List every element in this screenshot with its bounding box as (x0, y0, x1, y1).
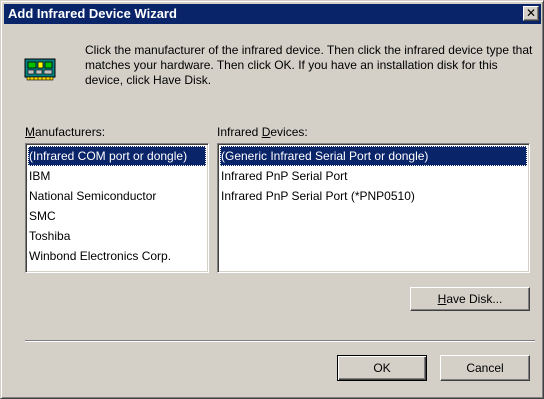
cancel-button[interactable]: Cancel (440, 355, 530, 381)
manufacturer-item[interactable]: Toshiba (28, 226, 206, 246)
device-item[interactable]: Infrared PnP Serial Port (*PNP0510) (220, 186, 527, 206)
manufacturers-listbox[interactable]: (Infrared COM port or dongle) IBM Nation… (25, 143, 209, 273)
devices-label-pre: Infrared (217, 125, 262, 139)
device-item[interactable]: (Generic Infrared Serial Port or dongle) (220, 146, 527, 166)
window-title: Add Infrared Device Wizard (8, 6, 177, 21)
manufacturers-label: Manufacturers: (25, 125, 105, 139)
manufacturer-item[interactable]: National Semiconductor (28, 186, 206, 206)
instructions-text: Click the manufacturer of the infrared d… (85, 43, 533, 87)
manufacturer-item[interactable]: SMC (28, 206, 206, 226)
manufacturers-label-rest: anufacturers: (35, 125, 106, 139)
circuit-board-icon (24, 58, 56, 81)
manufacturer-item[interactable]: Winbond Electronics Corp. (28, 246, 206, 266)
infrared-devices-label: Infrared Devices: (217, 125, 308, 139)
separator (25, 340, 535, 342)
devices-label-rest: evices: (270, 125, 308, 139)
device-item[interactable]: Infrared PnP Serial Port (220, 166, 527, 186)
manufacturer-item[interactable]: (Infrared COM port or dongle) (28, 146, 206, 166)
title-bar[interactable]: Add Infrared Device Wizard ✕ (4, 4, 541, 24)
manufacturers-label-accel: M (25, 125, 35, 139)
have-disk-button[interactable]: Have Disk... (410, 287, 530, 311)
close-button[interactable]: ✕ (523, 6, 539, 21)
ok-button[interactable]: OK (337, 355, 427, 381)
infrared-devices-listbox[interactable]: (Generic Infrared Serial Port or dongle)… (217, 143, 530, 273)
add-infrared-device-dialog: Add Infrared Device Wizard ✕ Click the m… (0, 0, 544, 399)
manufacturer-item[interactable]: IBM (28, 166, 206, 186)
close-icon: ✕ (525, 6, 537, 20)
have-disk-label: ave Disk... (446, 292, 503, 306)
